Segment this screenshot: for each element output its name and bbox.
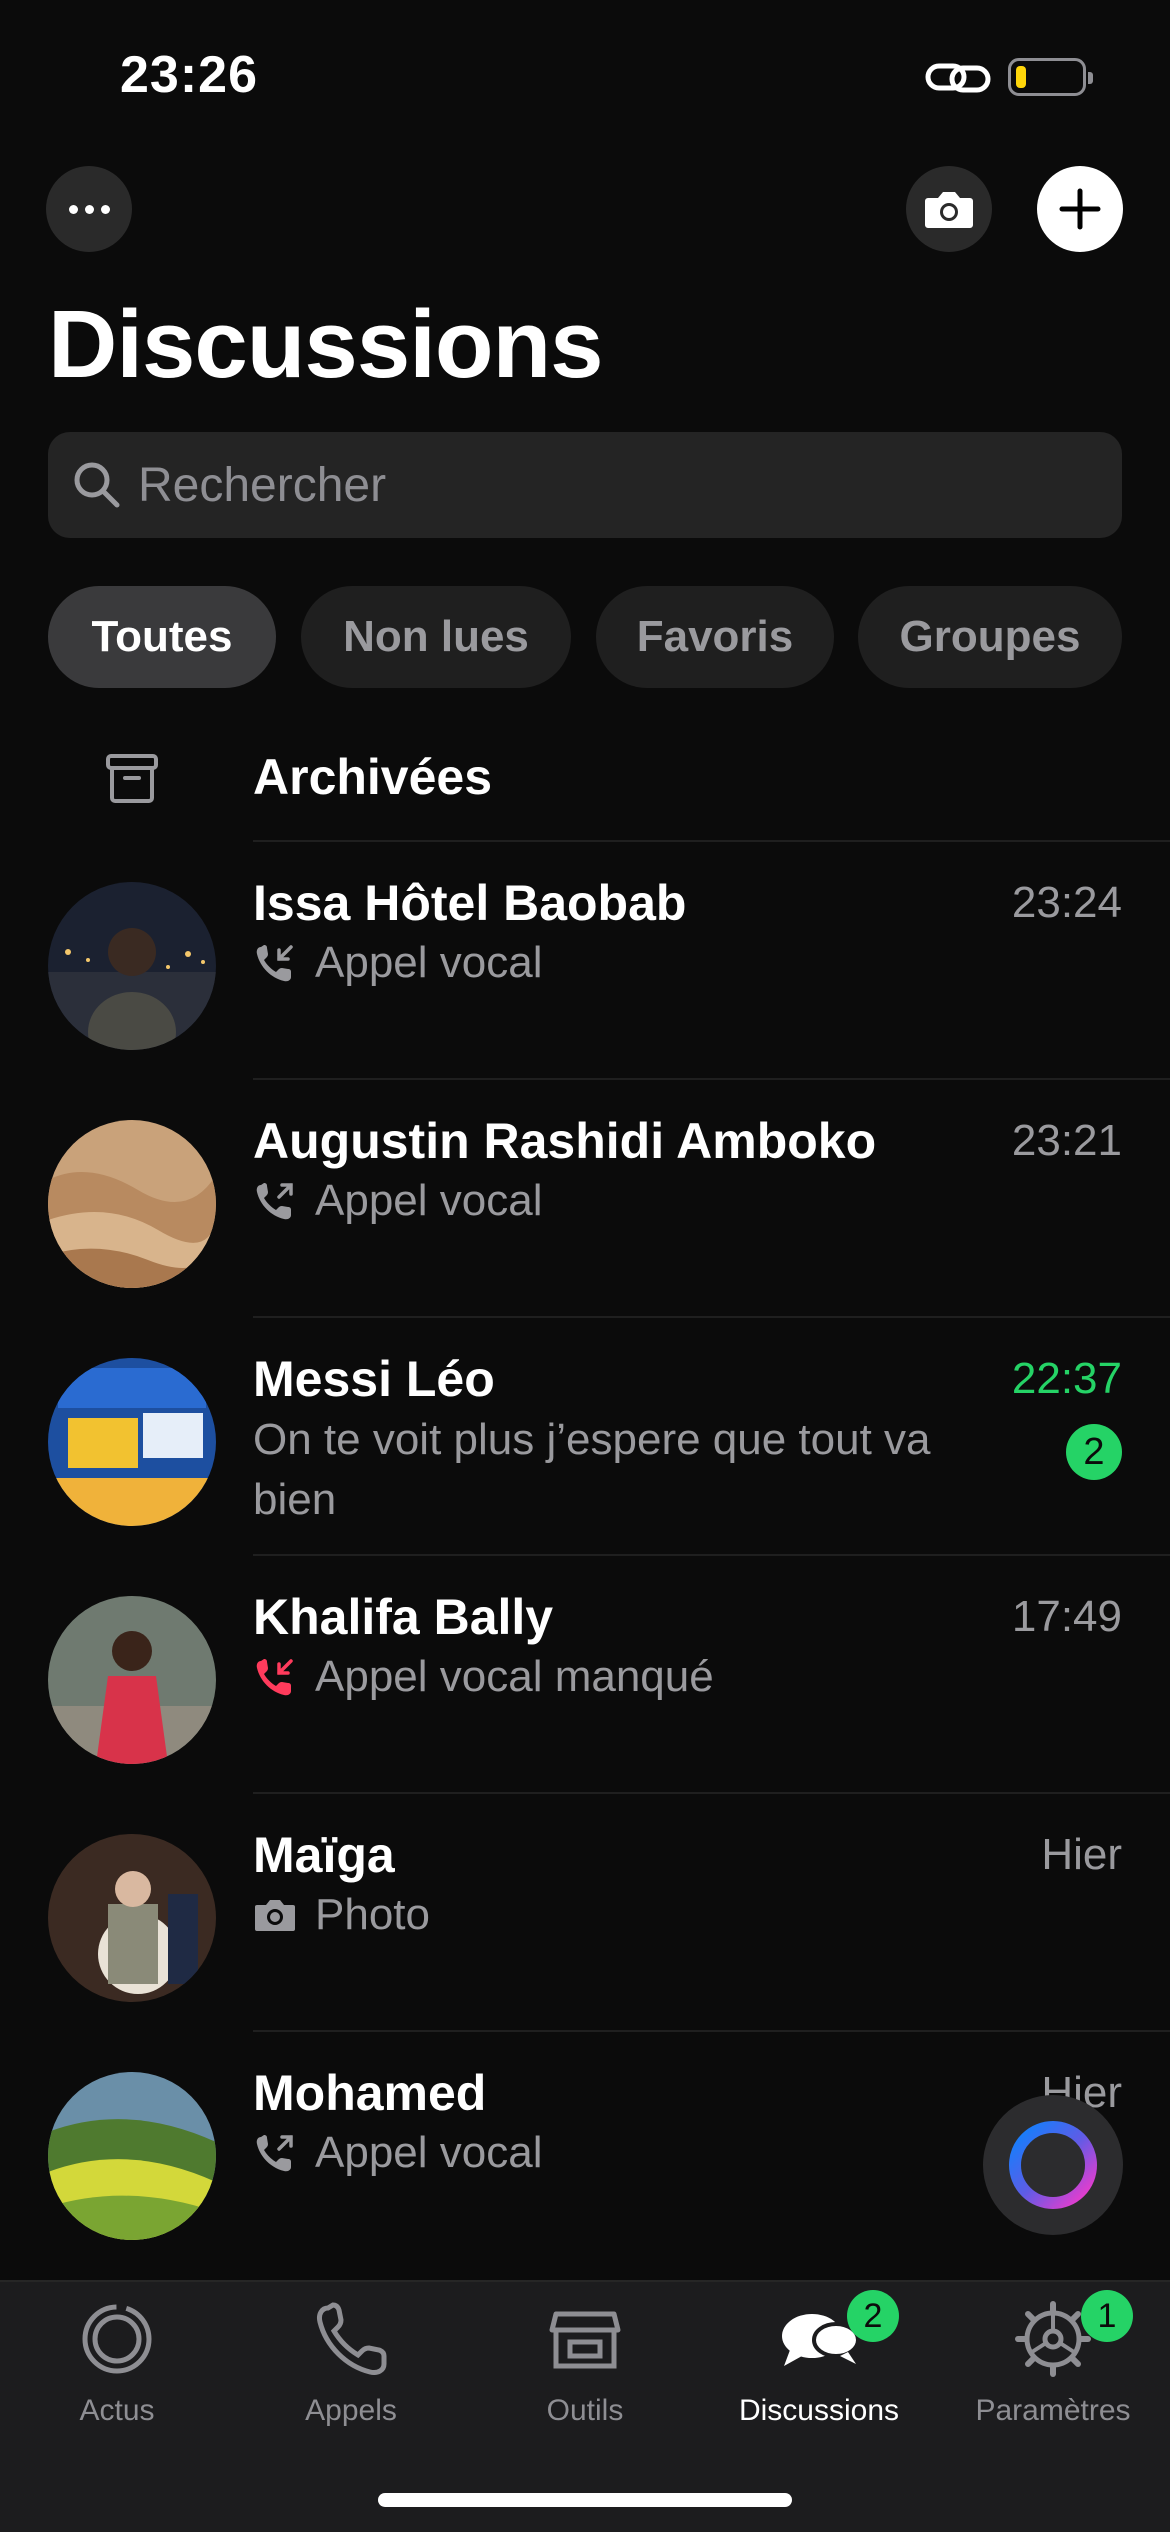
tab-badge: 1: [1081, 2290, 1133, 2342]
chat-preview-text: On te voit plus j’espere que tout va bie…: [253, 1415, 931, 1524]
tab-badge: 2: [847, 2290, 899, 2342]
tab-label: Appels: [305, 2394, 397, 2427]
missed-call-icon: [256, 1659, 293, 1696]
chat-name: Maïga: [253, 1827, 395, 1883]
chat-row[interactable]: Augustin Rashidi Amboko 23:21 Appel voca…: [0, 1080, 1170, 1318]
tab-calls[interactable]: Appels: [234, 2296, 468, 2456]
avatar: [48, 1834, 216, 2002]
avatar: [48, 1120, 216, 1288]
chat-name: Messi Léo: [253, 1351, 495, 1407]
chat-name: Issa Hôtel Baobab: [253, 875, 687, 931]
link-icon: [925, 63, 991, 93]
chat-preview-text: Appel vocal: [315, 2128, 543, 2177]
chat-preview-text: Appel vocal: [315, 938, 543, 987]
avatar: [48, 1596, 216, 1764]
chat-row[interactable]: Khalifa Bally 17:49 Appel vocal manqué: [0, 1556, 1170, 1794]
chat-name: Khalifa Bally: [253, 1589, 554, 1645]
avatar: [48, 1358, 216, 1526]
phone-icon: [317, 2302, 387, 2375]
plus-icon: [1059, 188, 1101, 230]
chat-preview-text: Appel vocal manqué: [315, 1652, 714, 1701]
chat-time: 23:24: [1011, 878, 1122, 927]
archived-row[interactable]: Archivées: [0, 720, 1170, 842]
outgoing-call-icon: [256, 1183, 293, 1220]
filter-all[interactable]: Toutes: [48, 586, 276, 688]
unread-badge: 2: [1066, 1424, 1122, 1480]
status-bar: 23:26: [0, 0, 1170, 150]
camera-icon: [925, 192, 973, 228]
archived-label: Archivées: [253, 749, 493, 805]
tab-settings[interactable]: Paramètres 1: [936, 2290, 1170, 2456]
tab-tools[interactable]: Outils: [468, 2296, 702, 2456]
chat-preview: Appel vocal: [253, 1176, 542, 1226]
search-bar[interactable]: [48, 432, 1122, 538]
chat-time: Hier: [1041, 1830, 1122, 1879]
chat-preview: Appel vocal manqué: [253, 1652, 714, 1702]
more-options-button[interactable]: [46, 166, 132, 252]
meta-ai-button[interactable]: [983, 2095, 1123, 2235]
tab-updates[interactable]: Actus: [0, 2296, 234, 2456]
chat-preview: Appel vocal: [253, 938, 542, 988]
outgoing-call-icon: [256, 2135, 293, 2172]
camera-icon: [255, 1900, 295, 1931]
filter-unread[interactable]: Non lues: [301, 586, 571, 688]
chat-preview: Photo: [253, 1890, 430, 1940]
chat-preview-text: Appel vocal: [315, 1176, 543, 1225]
filter-groups[interactable]: Groupes: [858, 586, 1122, 688]
status-time: 23:26: [120, 46, 258, 104]
page-title: Discussions: [48, 291, 604, 398]
chat-name: Mohamed: [253, 2065, 487, 2121]
home-indicator: [378, 2493, 792, 2507]
tab-label: Actus: [79, 2394, 155, 2427]
camera-button[interactable]: [906, 166, 992, 252]
chat-time: 17:49: [1011, 1592, 1122, 1641]
chat-preview: Appel vocal: [253, 2128, 542, 2178]
chat-time: 23:21: [1011, 1116, 1122, 1165]
chat-row[interactable]: Messi Léo 22:37 On te voit plus j’espere…: [0, 1318, 1170, 1556]
tab-label: Discussions: [738, 2394, 900, 2427]
archive-icon: [106, 754, 158, 803]
avatar: [48, 882, 216, 1050]
tab-label: Paramètres: [975, 2394, 1131, 2427]
chat-time: 22:37: [1011, 1354, 1122, 1403]
new-chat-button[interactable]: [1037, 166, 1123, 252]
battery-icon: [1008, 58, 1093, 96]
chat-row[interactable]: Issa Hôtel Baobab 23:24 Appel vocal: [0, 842, 1170, 1080]
chat-name: Augustin Rashidi Amboko: [253, 1113, 877, 1169]
search-icon: [74, 462, 120, 508]
avatar: [48, 2072, 216, 2240]
filter-favorites[interactable]: Favoris: [596, 586, 834, 688]
meta-ai-icon: [1009, 2121, 1097, 2209]
search-input[interactable]: [138, 457, 1038, 513]
chat-row[interactable]: Maïga Hier Photo: [0, 1794, 1170, 2032]
tab-chats[interactable]: Discussions 2: [702, 2290, 936, 2456]
updates-icon: [82, 2304, 152, 2374]
chat-preview-text: Photo: [315, 1890, 430, 1939]
store-icon: [549, 2311, 621, 2369]
incoming-call-icon: [256, 945, 293, 982]
tab-label: Outils: [546, 2394, 624, 2427]
